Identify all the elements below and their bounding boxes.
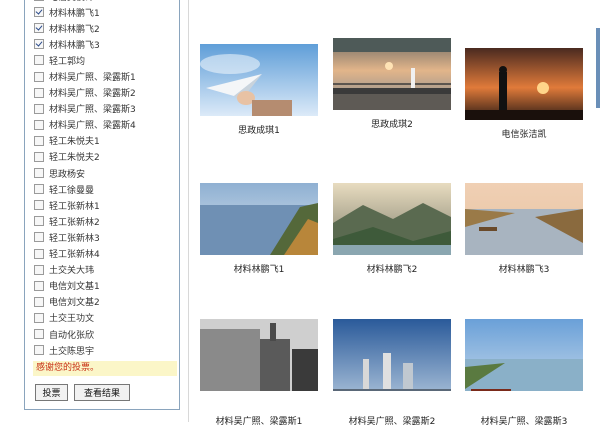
vote-option[interactable]: 材料林鹏飞1 xyxy=(34,4,177,20)
vote-option[interactable]: 轻工郭均 xyxy=(34,52,177,68)
vote-checkbox[interactable] xyxy=(34,264,44,275)
vote-option-label: 材料吴广照、梁露斯4 xyxy=(49,121,136,132)
vote-checkbox[interactable] xyxy=(34,135,44,146)
vote-checkbox[interactable] xyxy=(34,103,44,114)
vote-option-label: 材料吴广照、梁露斯2 xyxy=(49,89,136,100)
vote-option-label: 土交王功文 xyxy=(49,314,95,325)
vote-option[interactable]: 轻工朱悦夫1 xyxy=(34,133,177,149)
vote-option-label: 材料林鹏飞3 xyxy=(49,40,100,51)
vote-option[interactable]: 材料吴广照、梁露斯2 xyxy=(34,85,177,101)
vote-checkbox[interactable] xyxy=(34,39,44,50)
vote-option[interactable]: 轻工徐曼曼 xyxy=(34,181,177,197)
vote-button[interactable]: 投票 xyxy=(35,384,68,401)
photo-caption: 思政成琪1 xyxy=(238,126,280,136)
vote-option-label: 轻工朱悦夫2 xyxy=(49,153,100,164)
partial-photo-edge xyxy=(596,28,600,108)
vote-option-label: 电信刘文基2 xyxy=(49,298,100,309)
photo-city-skyline[interactable] xyxy=(333,319,451,391)
vote-list: 电信吴俊锋材料林鹏飞1 材料林鹏飞2 材料林鹏飞3 轻工郭均材料吴广照、梁露斯1 材料吴… xyxy=(34,0,177,358)
vote-option[interactable]: 材料林鹏飞2 xyxy=(34,20,177,36)
photo-boats-lake[interactable] xyxy=(465,319,583,391)
photo-caption: 材料林鹏飞1 xyxy=(233,265,285,275)
vote-checkbox[interactable] xyxy=(34,55,44,66)
photo-caption: 材料吴广照、梁露斯2 xyxy=(348,417,436,427)
vote-option[interactable]: 轻工张新林3 xyxy=(34,229,177,245)
vote-checkbox[interactable] xyxy=(34,248,44,259)
vote-option[interactable]: 土交陈思宇 xyxy=(34,342,177,358)
vote-option[interactable]: 材料吴广照、梁露斯4 xyxy=(34,117,177,133)
panel-divider xyxy=(188,0,189,422)
photo-caption: 材料吴广照、梁露斯3 xyxy=(480,417,568,427)
photo-bw-buildings[interactable] xyxy=(200,319,318,391)
vote-checkbox[interactable] xyxy=(34,87,44,98)
vote-checkbox[interactable] xyxy=(34,71,44,82)
vote-checkbox[interactable] xyxy=(34,168,44,179)
vote-option[interactable]: 电信刘文基2 xyxy=(34,294,177,310)
vote-option-label: 轻工徐曼曼 xyxy=(49,185,95,196)
vote-checkbox[interactable] xyxy=(34,7,44,18)
vote-option[interactable]: 轻工张新林2 xyxy=(34,213,177,229)
vote-panel: 电信吴俊锋材料林鹏飞1 材料林鹏飞2 材料林鹏飞3 轻工郭均材料吴广照、梁露斯1 材料吴… xyxy=(24,0,180,410)
vote-checkbox[interactable] xyxy=(34,232,44,243)
vote-option-label: 电信吴俊锋 xyxy=(49,0,94,3)
vote-checkbox[interactable] xyxy=(34,23,44,34)
vote-option-label: 轻工张新林4 xyxy=(49,250,100,261)
view-results-button[interactable]: 查看结果 xyxy=(74,384,130,401)
vote-option[interactable]: 自动化张欣 xyxy=(34,326,177,342)
photo-violinist-silhouette[interactable] xyxy=(465,48,583,120)
photo-caption: 材料林鹏飞2 xyxy=(366,265,418,275)
vote-checkbox[interactable] xyxy=(34,329,44,340)
photo-caption: 材料林鹏飞3 xyxy=(498,265,550,275)
vote-option[interactable]: 电信刘文基1 xyxy=(34,278,177,294)
vote-checkbox[interactable] xyxy=(34,312,44,323)
vote-option-label: 思政杨安 xyxy=(49,169,86,180)
vote-option-label: 轻工朱悦夫1 xyxy=(49,137,100,148)
vote-option-label: 电信刘文基1 xyxy=(49,282,100,293)
vote-checkbox[interactable] xyxy=(34,280,44,291)
vote-checkbox[interactable] xyxy=(34,345,44,356)
vote-option-label: 材料吴广照、梁露斯1 xyxy=(49,73,136,84)
vote-checkbox[interactable] xyxy=(34,200,44,211)
vote-option[interactable]: 轻工张新林4 xyxy=(34,246,177,262)
vote-option-label: 轻工张新林2 xyxy=(49,217,100,228)
vote-option-label: 自动化张欣 xyxy=(49,330,95,341)
vote-option[interactable]: 轻工朱悦夫2 xyxy=(34,149,177,165)
vote-checkbox[interactable] xyxy=(34,216,44,227)
vote-option-label: 材料吴广照、梁露斯3 xyxy=(49,105,136,116)
photo-mountain-sunrays[interactable] xyxy=(333,183,451,255)
vote-option[interactable]: 思政杨安 xyxy=(34,165,177,181)
photo-caption: 思政成琪2 xyxy=(371,120,413,130)
vote-option[interactable]: 材料林鹏飞3 xyxy=(34,36,177,52)
vote-option-label: 材料林鹏飞1 xyxy=(49,8,100,19)
vote-option-label: 土交陈思宇 xyxy=(49,346,95,357)
photo-caption: 电信张洁凯 xyxy=(501,130,547,140)
vote-option-label: 轻工张新林3 xyxy=(49,233,100,244)
vote-option[interactable]: 土交关大玮 xyxy=(34,262,177,278)
vote-checkbox[interactable] xyxy=(34,296,44,307)
vote-option-label: 轻工张新林1 xyxy=(49,201,100,212)
vote-checkbox[interactable] xyxy=(34,151,44,162)
vote-checkbox[interactable] xyxy=(34,119,44,130)
vote-option-label: 轻工郭均 xyxy=(49,56,86,67)
photo-river-dusk[interactable] xyxy=(465,183,583,255)
vote-option-label: 材料林鹏飞2 xyxy=(49,24,100,35)
vote-option[interactable]: 材料吴广照、梁露斯3 xyxy=(34,101,177,117)
vote-option-label: 土交关大玮 xyxy=(49,266,95,277)
vote-option[interactable]: 材料吴广照、梁露斯1 xyxy=(34,68,177,84)
vote-option[interactable]: 土交王功文 xyxy=(34,310,177,326)
photo-caption: 材料吴广照、梁露斯1 xyxy=(215,417,303,427)
photo-paper-plane[interactable] xyxy=(200,44,318,116)
thanks-message: 感谢您的投票。 xyxy=(33,361,177,376)
photo-lake-coast[interactable] xyxy=(200,183,318,255)
vote-checkbox[interactable] xyxy=(34,184,44,195)
photo-pier-sunset[interactable] xyxy=(333,38,451,110)
vote-checkbox[interactable] xyxy=(34,0,44,2)
vote-option[interactable]: 轻工张新林1 xyxy=(34,197,177,213)
